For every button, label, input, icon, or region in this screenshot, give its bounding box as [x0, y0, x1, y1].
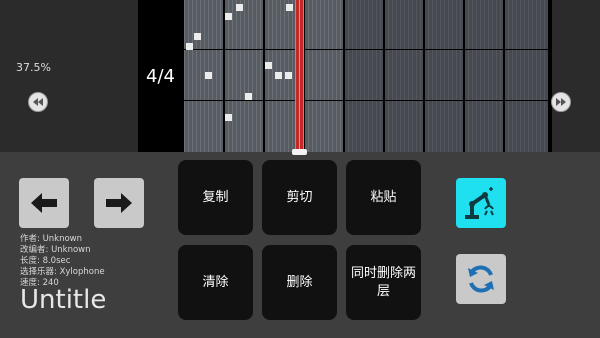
- rewind-button[interactable]: [28, 92, 48, 112]
- note-block[interactable]: [236, 4, 243, 11]
- arrow-right-icon: [106, 193, 132, 213]
- note-block[interactable]: [186, 43, 193, 50]
- refresh-button[interactable]: [456, 254, 506, 304]
- note-grid[interactable]: [184, 0, 548, 155]
- auto-robot-button[interactable]: [456, 178, 506, 228]
- paste-button[interactable]: 粘贴: [346, 160, 421, 235]
- grid-row-divider: [184, 49, 548, 50]
- length-text: 长度: 8.0sec: [20, 256, 71, 266]
- next-button[interactable]: [94, 178, 144, 228]
- clear-button[interactable]: 清除: [178, 245, 253, 320]
- playhead-handle[interactable]: [292, 149, 307, 155]
- grid-beat-divider: [383, 0, 385, 152]
- note-block[interactable]: [265, 62, 272, 69]
- note-block[interactable]: [225, 13, 232, 20]
- refresh-icon: [468, 265, 494, 293]
- note-block[interactable]: [245, 93, 252, 100]
- grid-beat-divider: [463, 0, 465, 152]
- grid-beat-divider: [503, 0, 505, 152]
- grid-beat-divider: [223, 0, 225, 152]
- delete-both-layers-button[interactable]: 同时删除两层: [346, 245, 421, 320]
- fast-forward-button[interactable]: [551, 92, 571, 112]
- delete-button[interactable]: 删除: [262, 245, 337, 320]
- time-signature[interactable]: 4/4: [146, 66, 175, 87]
- rewind-icon: [33, 98, 43, 106]
- author-text: 作者: Unknown: [20, 234, 83, 244]
- instrument-text: 选择乐器: Xylophone: [20, 267, 105, 277]
- left-control-panel: [0, 0, 138, 152]
- grid-row-divider: [184, 100, 548, 101]
- copy-button[interactable]: 复制: [178, 160, 253, 235]
- note-grid-background: [184, 0, 548, 152]
- note-block[interactable]: [225, 114, 232, 121]
- cut-button[interactable]: 剪切: [262, 160, 337, 235]
- previous-button[interactable]: [19, 178, 69, 228]
- grid-beat-divider: [263, 0, 265, 152]
- adapter-text: 改编者: Unknown: [20, 245, 91, 255]
- playhead-center-line: [299, 0, 300, 152]
- note-block[interactable]: [286, 4, 293, 11]
- grid-beat-divider: [423, 0, 425, 152]
- note-block[interactable]: [285, 72, 292, 79]
- song-info: 作者: Unknown 改编者: Unknown 长度: 8.0sec 选择乐器…: [20, 234, 105, 289]
- zoom-level: 37.5%: [16, 61, 51, 74]
- right-control-panel: [552, 0, 600, 152]
- robot-arm-icon: [465, 187, 494, 219]
- song-title: Untitle: [20, 285, 107, 315]
- note-block[interactable]: [205, 72, 212, 79]
- fast-forward-icon: [556, 98, 566, 106]
- note-block[interactable]: [194, 33, 201, 40]
- grid-beat-divider: [343, 0, 345, 152]
- arrow-left-icon: [31, 193, 57, 213]
- note-block[interactable]: [275, 72, 282, 79]
